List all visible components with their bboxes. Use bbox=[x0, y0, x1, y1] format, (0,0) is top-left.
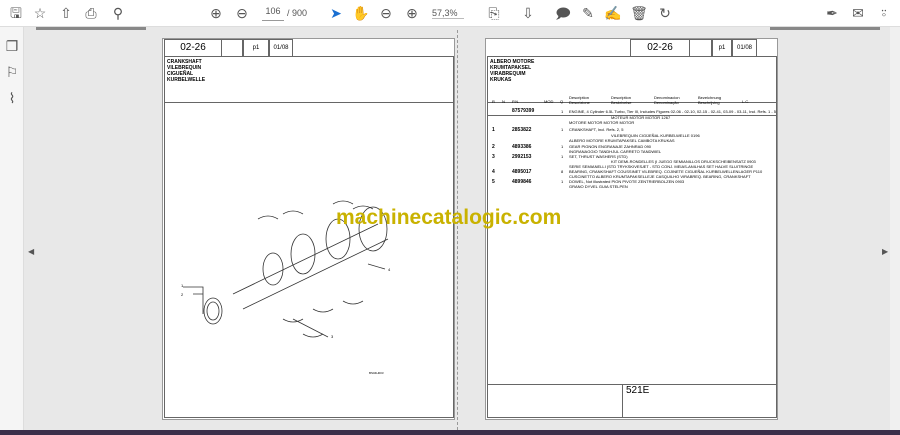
next-page-icon[interactable]: ⊖ bbox=[232, 4, 252, 22]
col-desc-es: Denominacion Denominação bbox=[654, 95, 680, 105]
quantity: 1 bbox=[561, 179, 564, 184]
section-code: 02-26 bbox=[630, 39, 690, 57]
description-line: ALBERO MOTORE KRUMTAPAKSEL CAMBOTA KRUKA… bbox=[569, 138, 675, 143]
figure-id: BS04H003 bbox=[369, 371, 384, 375]
mail-icon[interactable]: ✉ bbox=[848, 4, 868, 22]
pages-icon[interactable]: ❐ bbox=[2, 37, 22, 55]
col-desc-en: Description Descrizione bbox=[569, 95, 590, 105]
part-number: 2992153 bbox=[512, 154, 532, 160]
header-blank bbox=[689, 39, 712, 57]
ref-number: 4 bbox=[492, 169, 495, 175]
hand-tool-icon[interactable]: ✋ bbox=[351, 4, 371, 22]
account-icon[interactable]: ⍤ bbox=[874, 4, 894, 22]
col-desc-da: Description Beskrivelse bbox=[611, 95, 632, 105]
callout-4: 4 bbox=[388, 267, 391, 272]
print-icon[interactable]: ⎙ bbox=[81, 4, 101, 22]
rotate-icon[interactable]: ↻ bbox=[655, 4, 675, 22]
save-icon[interactable]: 🖫 bbox=[6, 4, 26, 22]
quantity: 8 bbox=[561, 169, 564, 174]
ref-number: 5 bbox=[492, 179, 495, 185]
quantity: 1 bbox=[561, 144, 564, 149]
ref-number: 1 bbox=[492, 127, 495, 133]
bookmark-star-icon[interactable]: ☆ bbox=[30, 4, 50, 22]
quantity: 1 bbox=[561, 109, 564, 114]
part-number: 4893386 bbox=[512, 144, 532, 150]
part-number: 2853822 bbox=[512, 127, 532, 133]
description-line: CRANKSHAFT, Incl. Refs. 2, 5 bbox=[569, 127, 624, 132]
title-nl: KRUKAS bbox=[490, 77, 512, 83]
col-desc-de: Bezeichnung Beschrijving bbox=[698, 95, 722, 105]
vertical-scrollbar[interactable] bbox=[890, 27, 900, 430]
left-sidebar: ❐ ⚐ ⌇ bbox=[0, 27, 24, 435]
select-cursor-icon[interactable]: ➤ bbox=[326, 4, 346, 22]
part-number: 4899846 bbox=[512, 179, 532, 185]
callout-1: 1 bbox=[181, 283, 184, 288]
previous-page-icon[interactable]: ⊕ bbox=[206, 4, 226, 22]
col-lc: L.C. bbox=[742, 99, 750, 104]
delete-icon[interactable]: 🗑 bbox=[629, 4, 649, 22]
comment-icon[interactable]: 🗩 bbox=[553, 4, 573, 22]
description-line: ENGINE, 4 Cylinder 6.5L Turbo, Tier III,… bbox=[569, 109, 776, 114]
page-fit-icon[interactable]: ⎘ bbox=[484, 4, 504, 22]
part-number: 4895017 bbox=[512, 169, 532, 175]
sign-icon[interactable]: ✒ bbox=[822, 4, 842, 22]
description-line: GRANO DYVEL GUIA STELPEN bbox=[569, 184, 628, 189]
scrollbar-right[interactable] bbox=[770, 27, 880, 30]
page-label: p1 bbox=[712, 39, 732, 57]
callout-3: 3 bbox=[331, 334, 334, 339]
watermark: machinecatalogic.com bbox=[336, 206, 562, 229]
scroll-mode-icon[interactable]: ⇩ bbox=[518, 4, 538, 22]
col-pn: P.N. bbox=[512, 99, 520, 104]
draw-sign-icon[interactable]: ✍ bbox=[603, 4, 623, 22]
date-label: 01/08 bbox=[732, 39, 757, 57]
bookmark-icon[interactable]: ⚐ bbox=[2, 63, 22, 81]
scroll-right-arrow[interactable]: ▶ bbox=[882, 247, 888, 256]
scroll-left-arrow[interactable]: ◀ bbox=[28, 247, 34, 256]
ref-number: 2 bbox=[492, 144, 495, 150]
search-icon[interactable]: ⚲ bbox=[108, 4, 128, 22]
page-number-input[interactable]: 106 bbox=[262, 6, 284, 21]
col-n: N bbox=[502, 99, 505, 104]
zoom-in-icon[interactable]: ⊕ bbox=[402, 4, 422, 22]
toolbar: 🖫 ☆ ⇧ ⎙ ⚲ ⊕ ⊖ 106 / 900 ➤ ✋ ⊖ ⊕ 57,3% ⎘ … bbox=[0, 0, 900, 27]
zoom-level-select[interactable]: 57,3% bbox=[432, 8, 464, 19]
footer-code: 521E bbox=[626, 385, 650, 396]
page-divider bbox=[457, 30, 458, 430]
ref-number: 3 bbox=[492, 154, 495, 160]
col-q: Q bbox=[560, 99, 564, 104]
scrollbar-left[interactable] bbox=[36, 27, 146, 30]
callout-2: 2 bbox=[181, 292, 184, 297]
description-line: MOTORE MOTOR MOTOR MOTOR bbox=[569, 120, 635, 125]
attachment-icon[interactable]: ⌇ bbox=[2, 89, 22, 107]
col-mod: MOD bbox=[544, 99, 554, 104]
quantity: 1 bbox=[561, 154, 564, 159]
part-number: 87579399 bbox=[512, 108, 535, 114]
highlight-pen-icon[interactable]: ✎ bbox=[578, 4, 598, 22]
col-r: R bbox=[492, 99, 495, 104]
upload-icon[interactable]: ⇧ bbox=[56, 4, 76, 22]
taskbar-strip bbox=[0, 430, 900, 435]
crankshaft-illustration bbox=[183, 200, 389, 338]
quantity: 1 bbox=[561, 127, 564, 132]
part-titles: ALBERO MOTORE KRUMTAPAKSEL VIRABREQUIM K… bbox=[490, 59, 534, 83]
page-total: / 900 bbox=[287, 8, 308, 18]
zoom-out-icon[interactable]: ⊖ bbox=[376, 4, 396, 22]
